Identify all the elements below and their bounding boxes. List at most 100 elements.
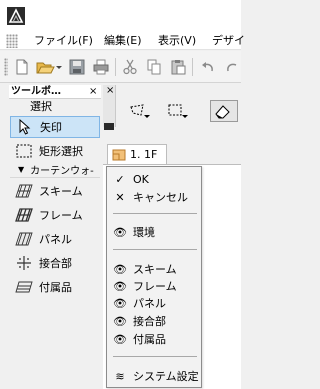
info-box-drag-handle[interactable] xyxy=(104,123,114,130)
tool-marquee[interactable]: 矩形選択 xyxy=(10,140,100,162)
floor-plan-icon xyxy=(112,149,126,160)
eye-icon: 👁 xyxy=(113,225,127,239)
rectangle-select-icon xyxy=(168,104,188,118)
print-button[interactable] xyxy=(90,57,112,77)
context-menu-panel[interactable]: 👁 パネル xyxy=(107,294,201,312)
standard-toolbar xyxy=(0,51,241,83)
accessory-icon xyxy=(13,276,35,298)
context-menu-ok-label: OK xyxy=(133,172,149,186)
context-menu-cancel[interactable]: ✕ キャンセル xyxy=(107,188,201,206)
eye-icon: 👁 xyxy=(113,296,127,310)
context-menu-separator xyxy=(113,249,197,250)
tool-arrow[interactable]: 矢印 xyxy=(10,116,100,138)
new-file-button[interactable] xyxy=(11,57,33,77)
context-menu-system-settings-label: システム設定 xyxy=(133,370,199,383)
context-menu-separator xyxy=(113,356,197,357)
eraser-icon xyxy=(215,105,230,119)
context-menu-separator xyxy=(113,213,197,214)
floor-plan-tab[interactable]: 1. 1F xyxy=(107,144,167,164)
toolbar-separator xyxy=(115,58,116,76)
undo-button[interactable] xyxy=(197,57,219,77)
context-menu-cancel-label: キャンセル xyxy=(133,191,188,204)
eye-scheme-icon: 👁 xyxy=(113,262,127,276)
toolbox-section-select: 選択 xyxy=(30,100,52,113)
open-folder-icon xyxy=(36,62,62,74)
menu-design[interactable]: デザイ xyxy=(212,33,245,49)
printer-icon xyxy=(93,59,109,75)
menubar-grip-handle[interactable] xyxy=(6,34,18,48)
junction-icon xyxy=(13,252,35,274)
undo-arrow-icon xyxy=(202,62,213,72)
context-menu-junction[interactable]: 👁 接合部 xyxy=(107,312,201,330)
menu-bar: ファイル(F) 編集(E) 表示(V) デザイ xyxy=(0,30,245,50)
save-button[interactable] xyxy=(66,57,88,77)
toolbar-grip-handle[interactable] xyxy=(4,58,8,76)
context-menu-environment-label: 環境 xyxy=(133,226,155,239)
menu-file[interactable]: ファイル(F) xyxy=(34,33,93,49)
context-menu-scheme[interactable]: 👁 スキーム xyxy=(107,260,201,278)
copy-icon xyxy=(147,59,161,75)
polygon-select-icon xyxy=(130,104,150,118)
context-menu: ✓ OK ✕ キャンセル 👁 環境 👁 スキーム 👁 フレーム 👁 パネル 👁 … xyxy=(106,166,202,388)
toolbox-close-button[interactable]: × xyxy=(89,85,97,99)
copy-button[interactable] xyxy=(143,57,165,77)
scheme-icon xyxy=(13,180,35,202)
toolbar-separator xyxy=(192,58,193,76)
menu-view[interactable]: 表示(V) xyxy=(158,33,196,49)
paste-clipboard-icon xyxy=(171,60,186,75)
eye-icon: 👁 xyxy=(113,314,127,328)
toolbox-header[interactable]: ツールボ… × xyxy=(9,85,101,99)
eye-icon: 👁 xyxy=(113,332,127,346)
context-menu-accessory-label: 付属品 xyxy=(133,333,166,346)
check-icon: ✓ xyxy=(115,172,125,186)
cut-button[interactable] xyxy=(119,57,141,77)
panel-icon xyxy=(13,228,35,250)
tool-junction-label: 接合部 xyxy=(39,257,72,270)
context-menu-ok[interactable]: ✓ OK xyxy=(107,170,201,188)
rectangle-method-button[interactable] xyxy=(166,100,190,122)
collapse-triangle-icon: ▼ xyxy=(18,165,25,174)
app-logo-icon xyxy=(7,7,25,25)
tool-accessory[interactable]: 付属品 xyxy=(10,276,100,298)
selection-method-button[interactable] xyxy=(128,100,152,122)
tool-accessory-label: 付属品 xyxy=(39,281,72,294)
menu-edit[interactable]: 編集(E) xyxy=(104,33,142,49)
context-menu-panel-label: パネル xyxy=(133,297,166,310)
info-box-close-button[interactable]: × xyxy=(106,86,114,96)
redo-arrow-icon xyxy=(227,63,237,72)
floor-plan-tab-label: 1. 1F xyxy=(130,148,158,161)
context-menu-accessory[interactable]: 👁 付属品 xyxy=(107,330,201,348)
tool-scheme-label: スキーム xyxy=(39,185,83,198)
tool-arrow-label: 矢印 xyxy=(40,121,62,134)
tool-scheme[interactable]: スキーム xyxy=(10,180,100,202)
curtain-wall-group-label: カーテンウォ- xyxy=(30,166,94,177)
save-disk-icon xyxy=(69,59,85,75)
context-menu-frame[interactable]: 👁 フレーム xyxy=(107,277,201,295)
new-file-icon xyxy=(16,59,28,75)
frame-icon xyxy=(13,204,35,226)
tool-panel[interactable]: パネル xyxy=(10,228,100,250)
eye-icon: 👁 xyxy=(113,279,127,293)
cancel-x-icon: ✕ xyxy=(115,190,125,204)
arrow-pointer-icon xyxy=(14,116,36,138)
title-bar xyxy=(0,0,241,30)
context-menu-system-settings[interactable]: ≋ システム設定 xyxy=(107,367,201,385)
redo-button[interactable] xyxy=(221,57,243,77)
scissors-icon xyxy=(123,59,137,75)
eraser-method-button[interactable] xyxy=(210,100,238,122)
toolbox-title: ツールボ… xyxy=(11,86,61,97)
context-menu-junction-label: 接合部 xyxy=(133,315,166,328)
system-settings-icon: ≋ xyxy=(115,369,125,383)
context-menu-environment[interactable]: 👁 環境 xyxy=(107,223,201,241)
paste-button[interactable] xyxy=(167,57,189,77)
tool-marquee-label: 矩形選択 xyxy=(39,145,83,158)
tool-panel-label: パネル xyxy=(39,233,72,246)
curtain-wall-group-header[interactable]: ▼ カーテンウォ- xyxy=(10,162,100,178)
context-menu-scheme-label: スキーム xyxy=(133,263,177,276)
tool-junction[interactable]: 接合部 xyxy=(10,252,100,274)
tool-frame[interactable]: フレーム xyxy=(10,204,100,226)
marquee-select-icon xyxy=(13,140,35,162)
tool-frame-label: フレーム xyxy=(39,209,83,222)
open-file-button[interactable] xyxy=(34,57,64,77)
context-menu-frame-label: フレーム xyxy=(133,280,177,293)
